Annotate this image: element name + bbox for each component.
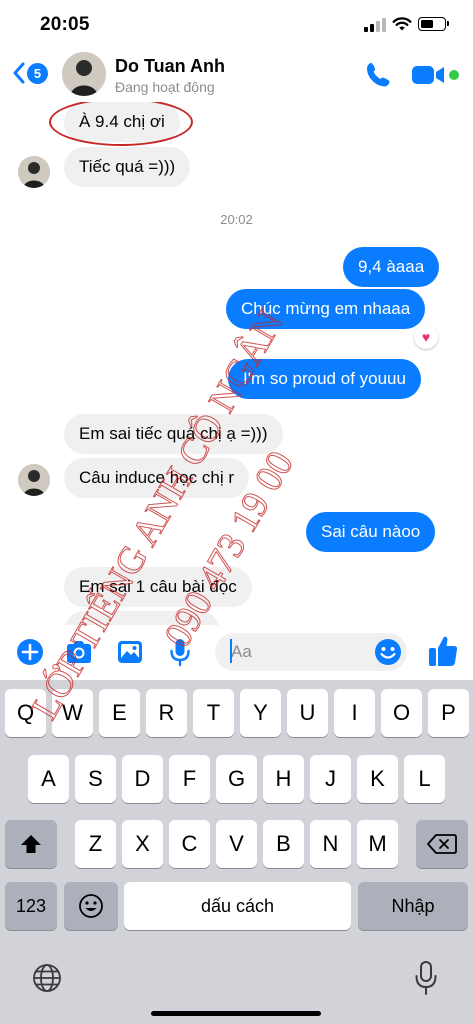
onscreen-keyboard: Q W E R T Y U I O P A S D F G H J K L Z … (0, 680, 473, 1024)
text-cursor (230, 639, 232, 663)
message-incoming[interactable]: Câu induce học chị r (64, 458, 249, 498)
message-incoming-partial[interactable] (64, 611, 220, 625)
cellular-signal-icon (364, 18, 386, 32)
home-indicator (151, 1011, 321, 1016)
key-z[interactable]: Z (75, 820, 116, 868)
key-k[interactable]: K (357, 755, 398, 803)
key-s[interactable]: S (75, 755, 116, 803)
online-status-dot (449, 70, 459, 80)
key-n[interactable]: N (310, 820, 351, 868)
backspace-icon (427, 834, 457, 854)
message-incoming[interactable]: Em sai 1 câu bài đọc (64, 567, 252, 607)
key-b[interactable]: B (263, 820, 304, 868)
emoji-keyboard-key[interactable] (64, 882, 118, 930)
message-list[interactable]: À 9.4 chị ơi Tiếc quá =))) 20:02 9,4 àaa… (0, 102, 473, 625)
phone-call-icon[interactable] (364, 60, 394, 90)
shift-key[interactable] (5, 820, 57, 868)
conversation-header: 5 Do Tuan Anh Đang hoạt động (0, 46, 473, 102)
key-x[interactable]: X (122, 820, 163, 868)
key-h[interactable]: H (263, 755, 304, 803)
plus-icon[interactable] (15, 637, 45, 667)
thumbs-up-icon[interactable] (427, 634, 459, 668)
wifi-icon (392, 17, 412, 31)
camera-icon[interactable] (64, 637, 94, 667)
status-time: 20:05 (40, 14, 90, 35)
message-outgoing[interactable]: I'm so proud of youuu (228, 359, 421, 399)
emoji-smiley-icon (79, 894, 103, 918)
status-bar: 20:05 (0, 0, 473, 46)
dictation-microphone-icon[interactable] (413, 960, 439, 996)
sender-avatar[interactable] (18, 156, 50, 188)
heart-reaction-icon[interactable]: ♥ (414, 325, 438, 349)
contact-name[interactable]: Do Tuan Anh (115, 56, 225, 77)
highlight-circle-annotation (49, 102, 193, 146)
contact-status: Đang hoạt động (115, 79, 215, 95)
key-r[interactable]: R (146, 689, 187, 737)
key-l[interactable]: L (404, 755, 445, 803)
key-t[interactable]: T (193, 689, 234, 737)
key-v[interactable]: V (216, 820, 257, 868)
message-incoming[interactable]: Tiếc quá =))) (64, 147, 191, 187)
key-o[interactable]: O (381, 689, 422, 737)
message-incoming[interactable]: Em sai tiếc quá chị ạ =))) (64, 414, 283, 454)
key-a[interactable]: A (28, 755, 69, 803)
key-f[interactable]: F (169, 755, 210, 803)
return-key[interactable]: Nhập (358, 882, 468, 930)
space-key[interactable]: dấu cách (124, 882, 351, 930)
key-w[interactable]: W (52, 689, 93, 737)
shift-arrow-icon (21, 835, 41, 853)
key-m[interactable]: M (357, 820, 398, 868)
key-p[interactable]: P (428, 689, 469, 737)
message-outgoing[interactable]: Chúc mừng em nhaaa (226, 289, 426, 329)
key-u[interactable]: U (287, 689, 328, 737)
gallery-icon[interactable] (115, 637, 145, 667)
contact-avatar[interactable] (62, 52, 106, 96)
back-chevron-icon[interactable] (12, 62, 26, 84)
key-e[interactable]: E (99, 689, 140, 737)
key-y[interactable]: Y (240, 689, 281, 737)
globe-icon[interactable] (31, 962, 63, 994)
key-d[interactable]: D (122, 755, 163, 803)
backspace-key[interactable] (416, 820, 468, 868)
key-q[interactable]: Q (5, 689, 46, 737)
key-i[interactable]: I (334, 689, 375, 737)
sender-avatar[interactable] (18, 464, 50, 496)
battery-icon (418, 17, 449, 31)
key-j[interactable]: J (310, 755, 351, 803)
message-composer (0, 625, 473, 680)
unread-count-badge[interactable]: 5 (27, 63, 48, 84)
video-call-icon[interactable] (411, 63, 445, 87)
emoji-icon[interactable] (373, 637, 403, 667)
key-c[interactable]: C (169, 820, 210, 868)
key-g[interactable]: G (216, 755, 257, 803)
microphone-icon[interactable] (165, 637, 195, 667)
message-outgoing[interactable]: Sai câu nàoo (306, 512, 436, 552)
message-outgoing[interactable]: 9,4 àaaa (343, 247, 440, 287)
numbers-key[interactable]: 123 (5, 882, 57, 930)
message-timestamp: 20:02 (220, 212, 253, 227)
